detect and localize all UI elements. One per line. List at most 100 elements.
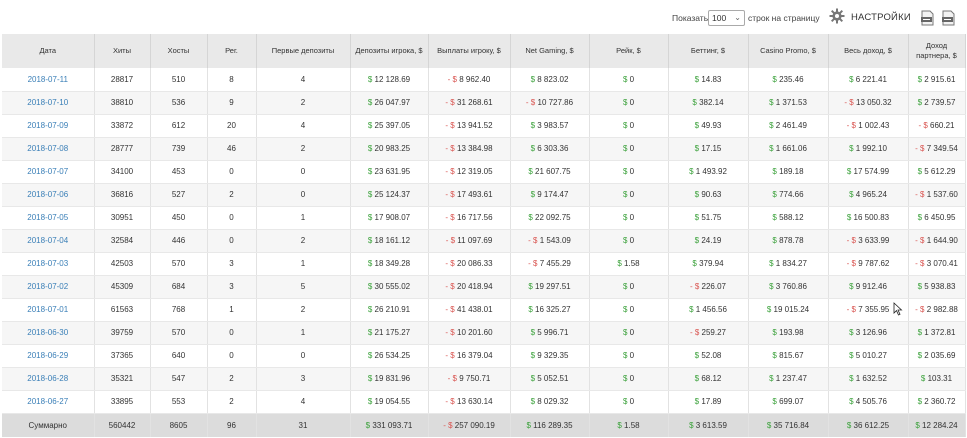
column-header-hits[interactable]: Хиты [94, 34, 151, 68]
column-header-net-gaming[interactable]: Net Gaming, $ [510, 34, 590, 68]
table-row: 2018-07-08 28777 739 46 2 $ 20 983.25- $ 13 3… [2, 137, 966, 161]
cell-date[interactable]: 2018-07-09 [2, 114, 95, 138]
date-link[interactable]: 2018-06-27 [27, 397, 68, 406]
amount: 9 912.46 [853, 282, 887, 291]
settings-button[interactable]: НАСТРОЙКИ [851, 12, 911, 23]
date-link[interactable]: 2018-07-02 [27, 282, 68, 291]
export-csv-icon[interactable] [941, 10, 956, 26]
amount: 20 983.25 [372, 144, 411, 153]
amount: 26 210.91 [372, 305, 411, 314]
date-link[interactable]: 2018-06-28 [27, 374, 68, 383]
cell-value: 8 [207, 68, 257, 92]
amount: 3 633.99 [855, 236, 890, 245]
date-link[interactable]: 2018-07-06 [27, 190, 68, 199]
cell-money: $ 3 760.86 [748, 275, 829, 299]
cell-money: $ 103.31 [908, 367, 966, 391]
amount: 14.83 [699, 74, 722, 84]
amount: 226.07 [699, 282, 727, 291]
cell-money: $ 12 128.69 [350, 68, 429, 92]
amount: 19 831.96 [372, 374, 411, 383]
cell-money: $ 25 124.37 [350, 183, 429, 207]
cell-money: - $ 3 070.41 [908, 252, 966, 276]
cell-date[interactable]: 2018-07-11 [2, 68, 95, 92]
amount: 379.94 [696, 259, 724, 268]
gear-icon[interactable] [829, 8, 845, 24]
column-header-rake[interactable]: Рейк, $ [589, 34, 669, 68]
cell-value: 3 [207, 252, 257, 276]
column-header-betting[interactable]: Беттинг, $ [668, 34, 749, 68]
amount: 4 965.24 [853, 190, 887, 199]
cell-value: 570 [150, 252, 208, 276]
column-header-date[interactable]: Дата [2, 34, 95, 68]
column-header-registrations[interactable]: Рег. [207, 34, 257, 68]
date-link[interactable]: 2018-07-07 [27, 167, 68, 176]
amount: 6 303.36 [535, 144, 569, 153]
total-row: Суммарно 560442 8605 96 31 $ 331 093.71- $ 25… [2, 413, 966, 437]
date-link[interactable]: 2018-06-30 [27, 328, 68, 337]
cell-date[interactable]: 2018-06-29 [2, 344, 95, 368]
page-size-select[interactable]: 100 ⌄ [708, 10, 745, 26]
currency-sign: - $ [846, 236, 856, 245]
cell-money: - $ 1 644.90 [908, 229, 966, 253]
date-link[interactable]: 2018-07-09 [27, 121, 68, 130]
amount: 878.78 [776, 236, 804, 245]
column-header-partner-income[interactable]: Доход партнера, $ [908, 34, 966, 68]
column-header-first-deposits[interactable]: Первые депозиты [256, 34, 351, 68]
cell-date[interactable]: 2018-07-08 [2, 137, 95, 161]
cell-date[interactable]: 2018-07-03 [2, 252, 95, 276]
cell-date[interactable]: 2018-07-06 [2, 183, 95, 207]
cell-value: 570 [150, 321, 208, 345]
total-value: $ 35 716.84 [748, 413, 829, 437]
date-link[interactable]: 2018-07-10 [27, 98, 68, 107]
cell-date[interactable]: 2018-07-02 [2, 275, 95, 299]
total-value: $ 3 613.59 [668, 413, 749, 437]
per-page-label: строк на страницу [748, 13, 820, 23]
cell-date[interactable]: 2018-06-27 [2, 390, 95, 414]
date-link[interactable]: 2018-07-05 [27, 213, 68, 222]
cell-value: 2 [256, 229, 351, 253]
column-header-player-payouts[interactable]: Выплаты игроку, $ [428, 34, 511, 68]
total-value: $ 331 093.71 [350, 413, 429, 437]
column-header-player-deposits[interactable]: Депозиты игрока, $ [350, 34, 429, 68]
cell-date[interactable]: 2018-07-10 [2, 91, 95, 115]
amount: 0 [627, 74, 635, 84]
cell-money: $ 52.08 [668, 344, 749, 368]
amount: 16 379.04 [454, 351, 493, 360]
cell-money: $ 1 456.56 [668, 298, 749, 322]
cell-value: 450 [150, 206, 208, 230]
date-link[interactable]: 2018-06-29 [27, 351, 68, 360]
date-link[interactable]: 2018-07-08 [27, 144, 68, 153]
amount: 68.12 [699, 374, 722, 383]
cell-money: $ 24.19 [668, 229, 749, 253]
cell-money: $ 9 174.47 [510, 183, 590, 207]
stats-table: Дата Хиты Хосты Рег. Первые депозиты Деп… [2, 34, 966, 437]
cell-date[interactable]: 2018-06-28 [2, 367, 95, 391]
cell-date[interactable]: 2018-07-05 [2, 206, 95, 230]
date-link[interactable]: 2018-07-04 [27, 236, 68, 245]
amount: 1 002.43 [855, 121, 890, 130]
column-header-total-income[interactable]: Весь доход, $ [828, 34, 909, 68]
amount: 0 [627, 236, 635, 245]
amount: 2 035.69 [922, 351, 956, 360]
amount: 41 438.01 [454, 305, 493, 314]
date-link[interactable]: 2018-07-03 [27, 259, 68, 268]
column-header-hosts[interactable]: Хосты [150, 34, 208, 68]
cell-date[interactable]: 2018-07-04 [2, 229, 95, 253]
column-header-casino-promo[interactable]: Casino Promo, $ [748, 34, 829, 68]
cell-money: $ 4 505.76 [828, 390, 909, 414]
table-row: 2018-07-01 61563 768 1 2 $ 26 210.91- $ 41 43… [2, 298, 966, 322]
cell-money: - $ 13 630.14 [428, 390, 511, 414]
amount: 36 612.25 [851, 420, 890, 430]
cell-money: $ 0 [589, 68, 669, 92]
cell-date[interactable]: 2018-06-30 [2, 321, 95, 345]
date-link[interactable]: 2018-07-11 [28, 75, 68, 84]
table-row: 2018-07-05 30951 450 0 1 $ 17 908.07- $ 16 71… [2, 206, 966, 230]
date-link[interactable]: 2018-07-01 [27, 305, 68, 314]
cell-money: - $ 2 982.88 [908, 298, 966, 322]
cell-money: $ 20 983.25 [350, 137, 429, 161]
amount: 4 505.76 [853, 397, 887, 406]
cell-date[interactable]: 2018-07-07 [2, 160, 95, 184]
cell-money: - $ 20 418.94 [428, 275, 511, 299]
cell-date[interactable]: 2018-07-01 [2, 298, 95, 322]
export-xls-icon[interactable] [920, 10, 935, 26]
